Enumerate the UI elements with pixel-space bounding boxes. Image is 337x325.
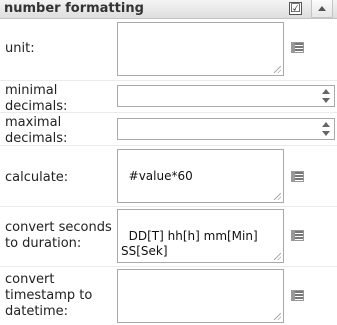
list-edit-icon bbox=[291, 42, 304, 53]
unit-edit-button[interactable] bbox=[290, 40, 306, 56]
section-title: number formatting bbox=[4, 1, 144, 16]
minimal-decimals-input[interactable] bbox=[117, 85, 335, 107]
convert-seconds-value: DD[T] hh[h] mm[Min] SS[Sek] bbox=[121, 229, 258, 258]
divider bbox=[0, 266, 337, 267]
convert-timestamp-label: convert timestamp to datetime: bbox=[5, 272, 93, 319]
resize-grip-icon[interactable] bbox=[274, 253, 281, 260]
spin-up-icon[interactable] bbox=[322, 89, 330, 94]
minimal-decimals-label: minimal decimals: bbox=[5, 83, 68, 114]
collapse-button[interactable] bbox=[311, 0, 333, 18]
divider bbox=[0, 80, 337, 81]
list-edit-icon bbox=[291, 230, 304, 241]
maximal-decimals-input[interactable] bbox=[117, 118, 335, 140]
convert-seconds-label: convert seconds to duration: bbox=[5, 220, 112, 251]
resize-grip-icon[interactable] bbox=[274, 66, 281, 73]
convert-seconds-edit-button[interactable] bbox=[290, 228, 306, 244]
spin-up-icon[interactable] bbox=[322, 122, 330, 127]
calculate-value: #value*60 bbox=[128, 169, 193, 183]
resize-grip-icon[interactable] bbox=[274, 193, 281, 200]
convert-timestamp-edit-button[interactable] bbox=[290, 288, 306, 304]
enable-checkbox[interactable]: ☑ bbox=[289, 2, 302, 15]
divider bbox=[0, 145, 337, 146]
calculate-edit-button[interactable] bbox=[290, 169, 306, 185]
convert-seconds-textarea[interactable]: DD[T] hh[h] mm[Min] SS[Sek] bbox=[117, 209, 284, 263]
calculate-label: calculate: bbox=[5, 170, 69, 185]
list-edit-icon bbox=[291, 171, 304, 182]
section-header: number formatting ☑ bbox=[0, 0, 337, 19]
divider bbox=[0, 112, 337, 113]
unit-textarea[interactable] bbox=[117, 22, 284, 76]
resize-grip-icon[interactable] bbox=[274, 313, 281, 320]
list-edit-icon bbox=[291, 290, 304, 301]
divider bbox=[0, 206, 337, 207]
unit-label: unit: bbox=[5, 41, 35, 56]
spin-down-icon[interactable] bbox=[322, 131, 330, 136]
chevron-up-icon bbox=[318, 6, 326, 11]
calculate-textarea[interactable]: #value*60 bbox=[117, 149, 284, 203]
spin-down-icon[interactable] bbox=[322, 98, 330, 103]
minimal-decimals-spinner[interactable] bbox=[320, 88, 332, 104]
convert-timestamp-textarea[interactable] bbox=[117, 269, 284, 323]
maximal-decimals-label: maximal decimals: bbox=[5, 115, 68, 146]
maximal-decimals-spinner[interactable] bbox=[320, 121, 332, 137]
